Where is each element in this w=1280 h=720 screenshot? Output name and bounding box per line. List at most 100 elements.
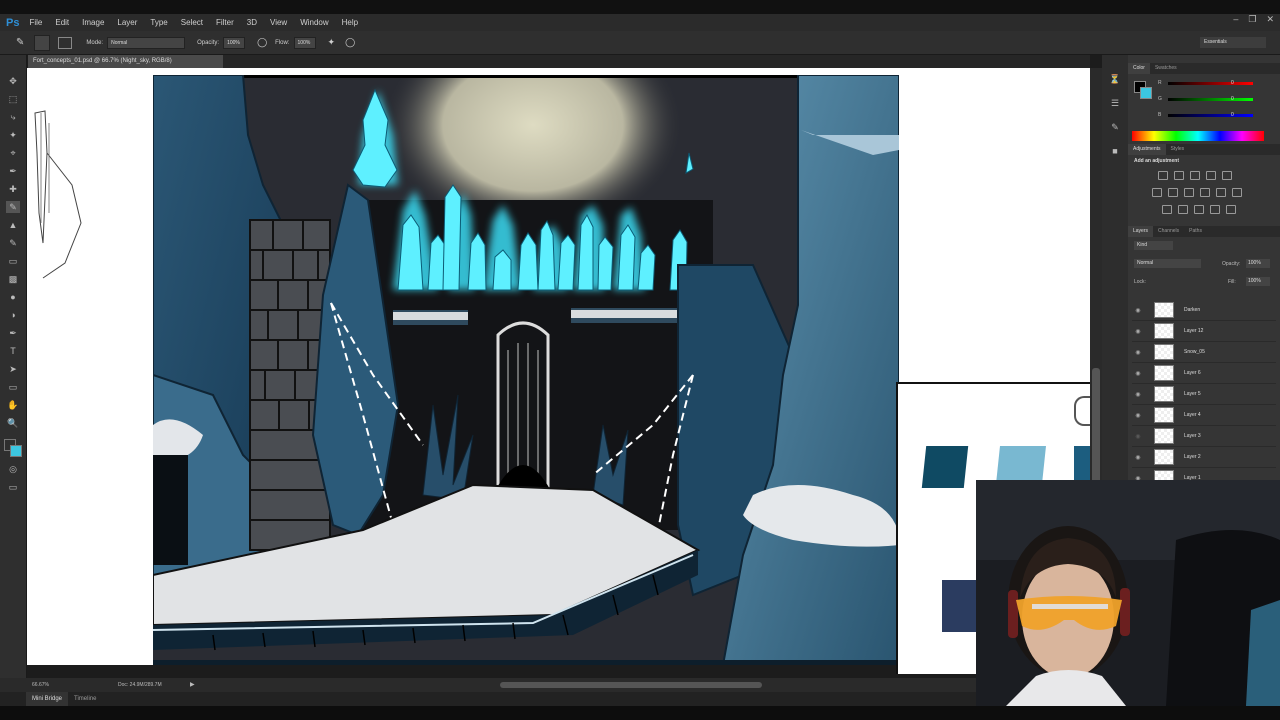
hand-tool-icon[interactable]: ✋ — [6, 399, 20, 411]
red-slider[interactable] — [1168, 82, 1253, 85]
menu-file[interactable]: File — [29, 18, 42, 27]
vertical-scroll-thumb[interactable] — [1092, 368, 1100, 488]
history-brush-tool-icon[interactable]: ✎ — [6, 237, 20, 249]
visibility-eye-icon[interactable]: ◉ — [1132, 433, 1144, 440]
brush-tool-icon-active[interactable]: ✎ — [6, 201, 20, 213]
visibility-eye-icon[interactable]: ◉ — [1132, 349, 1144, 356]
photo-filter-adjust-icon[interactable] — [1200, 188, 1210, 197]
fill-input[interactable]: 100% — [1246, 277, 1270, 286]
menu-image[interactable]: Image — [82, 18, 104, 27]
brush-panel-icon[interactable] — [58, 36, 73, 49]
tab-layers[interactable]: Layers — [1128, 226, 1154, 237]
tab-swatches[interactable]: Swatches — [1150, 63, 1182, 74]
visibility-eye-icon[interactable]: ◉ — [1132, 454, 1144, 461]
tab-timeline[interactable]: Timeline — [68, 692, 102, 706]
layer-row[interactable]: ◉ Layer 3 — [1132, 426, 1276, 447]
gradient-tool-icon[interactable]: ▩ — [6, 273, 20, 285]
crop-tool-icon[interactable]: ⌖ — [6, 147, 20, 159]
hue-saturation-adjust-icon[interactable] — [1152, 188, 1162, 197]
flow-input[interactable]: 100% — [293, 36, 316, 49]
layer-row[interactable]: ◉ Layer 12 — [1132, 321, 1276, 342]
quick-mask-icon[interactable]: ◎ — [6, 463, 20, 475]
menu-select[interactable]: Select — [181, 18, 203, 27]
layer-row[interactable]: ◉ Layer 4 — [1132, 405, 1276, 426]
move-tool-icon[interactable]: ✥ — [6, 75, 20, 87]
pen-tool-icon[interactable]: ✒ — [6, 327, 20, 339]
menu-3d[interactable]: 3D — [247, 18, 257, 27]
screen-mode-icon[interactable]: ▭ — [6, 481, 20, 493]
menu-help[interactable]: Help — [342, 18, 358, 27]
zoom-level[interactable]: 66.67% — [32, 682, 49, 688]
menu-filter[interactable]: Filter — [216, 18, 234, 27]
background-color-swatch[interactable] — [10, 445, 22, 457]
brush-tool-icon[interactable]: ✎ — [16, 37, 24, 48]
red-value[interactable]: 0 — [1231, 80, 1234, 86]
visibility-eye-icon[interactable]: ◉ — [1132, 412, 1144, 419]
blend-mode-select[interactable]: Normal — [1134, 259, 1201, 268]
shape-tool-icon[interactable]: ▭ — [6, 381, 20, 393]
channel-mixer-adjust-icon[interactable] — [1216, 188, 1226, 197]
menu-window[interactable]: Window — [300, 18, 328, 27]
selective-color-adjust-icon[interactable] — [1210, 205, 1220, 214]
menu-edit[interactable]: Edit — [55, 18, 69, 27]
doc-size[interactable]: Doc: 24.9M/289.7M — [118, 682, 162, 688]
menu-view[interactable]: View — [270, 18, 287, 27]
visibility-eye-icon[interactable]: ◉ — [1132, 391, 1144, 398]
brush-preset-picker[interactable] — [34, 34, 51, 51]
healing-brush-tool-icon[interactable]: ✚ — [6, 183, 20, 195]
posterize-adjust-icon[interactable] — [1178, 205, 1188, 214]
tab-mini-bridge[interactable]: Mini Bridge — [26, 692, 69, 706]
visibility-eye-icon[interactable]: ◉ — [1132, 370, 1144, 377]
clone-source-panel-icon[interactable]: ■ — [1108, 145, 1122, 157]
lasso-tool-icon[interactable]: ⤷ — [6, 111, 20, 123]
close-icon[interactable]: ✕ — [1266, 14, 1274, 25]
quick-select-tool-icon[interactable]: ✦ — [6, 129, 20, 141]
workspace-switcher[interactable]: Essentials — [1200, 37, 1266, 48]
layer-row[interactable]: ◉ Layer 5 — [1132, 384, 1276, 405]
document-tab[interactable]: Fort_concepts_01.psd @ 66.7% (Night_sky,… — [28, 55, 223, 68]
layer-filter-select[interactable]: Kind — [1134, 241, 1173, 250]
opacity-input[interactable]: 100% — [223, 36, 246, 49]
history-panel-icon[interactable]: ⏳ — [1108, 73, 1122, 85]
mode-select[interactable]: Normal — [107, 36, 186, 49]
threshold-adjust-icon[interactable] — [1194, 205, 1204, 214]
horizontal-scroll-thumb[interactable] — [500, 682, 762, 688]
zoom-tool-icon[interactable]: 🔍 — [6, 417, 20, 429]
green-value[interactable]: 0 — [1231, 96, 1234, 102]
layer-row[interactable]: ◉ Layer 6 — [1132, 363, 1276, 384]
black-white-adjust-icon[interactable] — [1184, 188, 1194, 197]
brightness-adjust-icon[interactable] — [1158, 171, 1168, 180]
color-balance-adjust-icon[interactable] — [1168, 188, 1178, 197]
visibility-eye-icon[interactable]: ◉ — [1132, 328, 1144, 335]
type-tool-icon[interactable]: T — [6, 345, 20, 357]
color-lookup-adjust-icon[interactable] — [1232, 188, 1242, 197]
marquee-tool-icon[interactable]: ⬚ — [6, 93, 20, 105]
blue-slider[interactable] — [1168, 114, 1253, 117]
tab-styles[interactable]: Styles — [1166, 144, 1190, 155]
blue-value[interactable]: 0 — [1231, 112, 1234, 118]
gradient-adjust-icon[interactable] — [1226, 205, 1236, 214]
menu-layer[interactable]: Layer — [117, 18, 137, 27]
layer-opacity-input[interactable]: 100% — [1246, 259, 1270, 268]
pressure-opacity-icon[interactable]: ◯ — [257, 37, 267, 48]
invert-adjust-icon[interactable] — [1162, 205, 1172, 214]
visibility-eye-icon[interactable]: ◉ — [1132, 307, 1144, 314]
layer-row[interactable]: ◉ Darken — [1132, 300, 1276, 321]
tab-channels[interactable]: Channels — [1153, 226, 1184, 237]
gradient-map-adjust-icon[interactable] — [1222, 171, 1232, 180]
layer-row[interactable]: ◉ Layer 2 — [1132, 447, 1276, 468]
maximize-icon[interactable]: ❐ — [1248, 14, 1256, 25]
minimize-icon[interactable]: – — [1233, 14, 1238, 25]
tab-adjustments[interactable]: Adjustments — [1128, 144, 1166, 155]
status-menu-arrow-icon[interactable]: ▶ — [190, 681, 195, 688]
color-bg-swatch[interactable] — [1140, 87, 1152, 99]
green-slider[interactable] — [1168, 98, 1253, 101]
tab-color[interactable]: Color — [1128, 63, 1150, 74]
curves-adjust-icon[interactable] — [1190, 171, 1200, 180]
menu-type[interactable]: Type — [150, 18, 167, 27]
eyedropper-tool-icon[interactable]: ✒ — [6, 165, 20, 177]
tab-paths[interactable]: Paths — [1184, 226, 1207, 237]
layer-row[interactable]: ◉ Snow_05 — [1132, 342, 1276, 363]
clone-stamp-tool-icon[interactable]: ▲ — [6, 219, 20, 231]
exposure-adjust-icon[interactable] — [1206, 171, 1216, 180]
